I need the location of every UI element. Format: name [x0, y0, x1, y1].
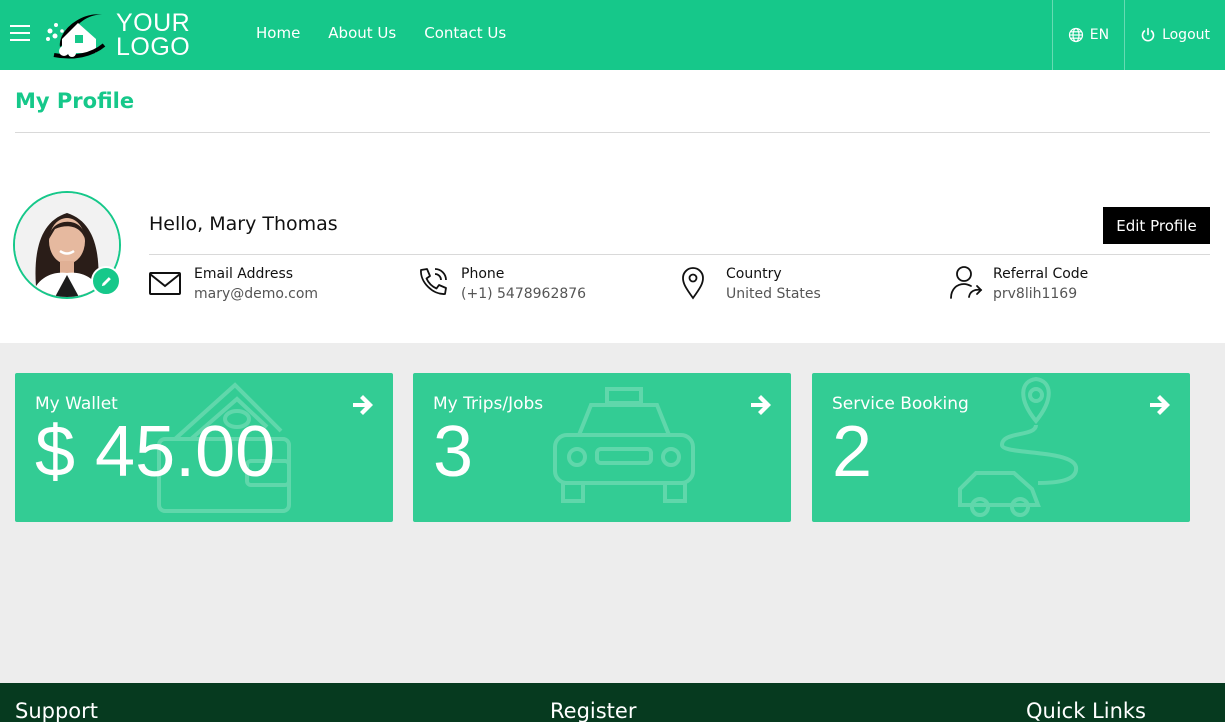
profile-section: My Profile Hello, Mary Thomas Edit Profi…: [0, 70, 1225, 343]
arrow-right-icon[interactable]: [1148, 393, 1172, 417]
phone-icon: [420, 268, 447, 295]
arrow-right-icon[interactable]: [351, 393, 375, 417]
top-navbar: YOUR LOGO Home About Us Contact Us EN Lo…: [0, 0, 1225, 70]
wallet-card[interactable]: My Wallet $ 45.00: [15, 373, 393, 522]
logo-text: YOUR LOGO: [116, 9, 191, 61]
referral-label: Referral Code: [993, 266, 1089, 282]
phone-value: (+1) 5478962876: [461, 286, 587, 302]
service-booking-card[interactable]: Service Booking 2: [812, 373, 1190, 522]
trips-card[interactable]: My Trips/Jobs 3: [413, 373, 791, 522]
envelope-icon: [149, 272, 181, 295]
info-phone: Phone (+1) 5478962876: [416, 265, 586, 305]
page-title: My Profile: [15, 89, 135, 113]
info-divider: [149, 254, 1210, 255]
logout-button[interactable]: Logout: [1124, 0, 1225, 70]
logout-label: Logout: [1162, 27, 1210, 43]
info-country: Country United States: [681, 265, 821, 305]
footer-heading-register: Register: [550, 699, 637, 722]
profile-greeting: Hello, Mary Thomas: [149, 213, 338, 235]
pencil-icon: [101, 276, 111, 286]
route-car-icon: [958, 376, 1079, 517]
logo-line-1: YOUR: [116, 9, 191, 37]
email-label: Email Address: [194, 266, 294, 282]
user-share-icon: [950, 266, 983, 299]
trips-count: 3: [433, 412, 474, 492]
logo-line-2: LOGO: [116, 33, 191, 61]
email-value: mary@demo.com: [194, 286, 319, 302]
nav-contact-us[interactable]: Contact Us: [424, 24, 506, 42]
referral-value: prv8lih1169: [993, 286, 1078, 302]
nav-home[interactable]: Home: [256, 24, 300, 42]
phone-label: Phone: [461, 266, 505, 282]
footer-heading-quick-links: Quick Links: [1026, 699, 1147, 722]
edit-profile-button[interactable]: Edit Profile: [1103, 207, 1210, 244]
language-selector[interactable]: EN: [1051, 0, 1124, 70]
footer-heading-support: Support: [15, 699, 99, 722]
language-label: EN: [1089, 27, 1110, 43]
country-label: Country: [726, 266, 782, 282]
title-divider: [15, 132, 1210, 133]
main-nav: Home About Us Contact Us: [256, 24, 506, 42]
info-email: Email Address mary@demo.com: [149, 265, 318, 305]
header-actions: EN Logout: [1051, 0, 1225, 70]
taxi-icon: [553, 387, 695, 503]
country-value: United States: [726, 286, 821, 302]
edit-avatar-button[interactable]: [91, 266, 121, 296]
site-logo[interactable]: YOUR LOGO: [44, 8, 190, 62]
logo-house-icon: [46, 14, 106, 59]
info-referral: Referral Code prv8lih1169: [948, 265, 1088, 305]
nav-about-us[interactable]: About Us: [328, 24, 396, 42]
arrow-right-icon[interactable]: [749, 393, 773, 417]
hamburger-menu-icon[interactable]: [10, 25, 30, 43]
power-icon: [1141, 27, 1155, 42]
location-pin-icon: [682, 267, 704, 300]
globe-icon: [1068, 27, 1083, 43]
service-booking-count: 2: [832, 412, 873, 492]
profile-avatar: [13, 191, 121, 299]
wallet-amount: $ 45.00: [35, 412, 276, 492]
site-footer: Support Register Quick Links: [0, 683, 1225, 722]
